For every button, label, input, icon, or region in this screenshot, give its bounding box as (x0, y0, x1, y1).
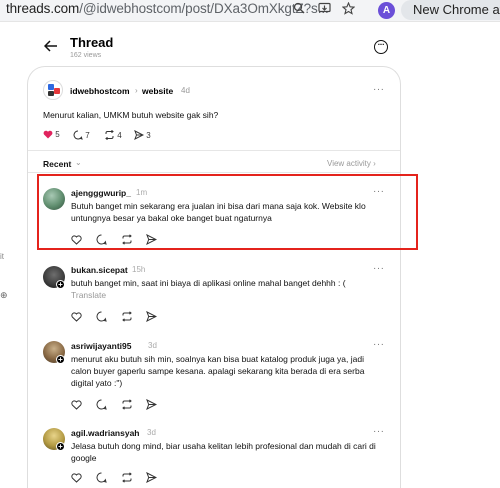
back-arrow-icon[interactable] (43, 37, 58, 57)
page-title: Thread (70, 35, 114, 50)
heart-filled-icon (43, 130, 53, 139)
share-count: 3 (146, 131, 151, 140)
reply-text-block: butuh banget min, saat ini biaya di apli… (71, 277, 381, 301)
divider (28, 172, 400, 173)
left-nav-fragment-icon: ⊕ (0, 290, 8, 300)
like-icon[interactable] (71, 309, 83, 322)
author-username[interactable]: idwebhostcom (70, 86, 130, 96)
reply-more-icon[interactable]: ··· (373, 263, 385, 274)
reply-time: 3d (148, 341, 157, 350)
share-icon[interactable] (146, 309, 158, 323)
share-icon[interactable] (146, 470, 158, 484)
follow-plus-icon[interactable]: + (56, 442, 65, 451)
follow-plus-icon[interactable]: + (56, 280, 65, 289)
post-time: 4d (181, 86, 190, 95)
install-app-icon[interactable] (316, 2, 332, 18)
post-more-icon[interactable]: ··· (373, 84, 385, 95)
like-count: 5 (55, 130, 60, 139)
reply-stat[interactable]: 7 (73, 130, 90, 140)
reply-time: 3d (147, 428, 156, 437)
left-nav-fragment: it (0, 252, 4, 261)
new-chrome-available-button[interactable]: New Chrome ava (401, 0, 500, 20)
like-icon[interactable] (71, 470, 83, 483)
post-text: Menurut kalian, UMKM butuh website gak s… (43, 110, 219, 120)
comment-icon[interactable] (96, 470, 108, 483)
profile-avatar[interactable]: A (378, 2, 395, 19)
reply-username[interactable]: agil.wadriansyah (71, 428, 140, 438)
topic-tag[interactable]: website (142, 86, 173, 96)
sort-recent-label[interactable]: Recent (43, 159, 71, 169)
view-count: 162 views (70, 52, 102, 59)
repost-icon[interactable] (121, 309, 133, 322)
like-stat[interactable]: 5 (43, 130, 60, 139)
view-activity-link[interactable]: View activity › (327, 159, 376, 168)
reply-text: menurut aku butuh sih min, soalnya kan b… (71, 354, 365, 388)
topic-separator: › (135, 86, 138, 95)
reply-text: Jelasa butuh dong mind, biar usaha kelit… (71, 441, 376, 463)
repost-icon (105, 129, 114, 141)
share-icon (134, 129, 145, 141)
chevron-down-icon[interactable]: ⌄ (75, 158, 82, 167)
highlight-box (37, 174, 418, 250)
more-options-icon[interactable]: ··· (374, 40, 388, 54)
share-icon[interactable] (146, 397, 158, 411)
reply-text: butuh banget min, saat ini biaya di apli… (71, 278, 346, 288)
reply-more-icon[interactable]: ··· (373, 339, 385, 350)
comment-icon[interactable] (96, 397, 108, 410)
url-host: threads.com (6, 1, 80, 16)
reply-more-icon[interactable]: ··· (373, 426, 385, 437)
address-bar[interactable]: threads.com/@idwebhostcom/post/DXa3OmXkg… (6, 1, 329, 16)
reply-time: 15h (132, 265, 146, 274)
like-icon[interactable] (71, 397, 83, 410)
repost-icon[interactable] (121, 397, 133, 410)
translate-link[interactable]: Translate (71, 290, 106, 300)
browser-toolbar: threads.com/@idwebhostcom/post/DXa3OmXkg… (0, 0, 500, 22)
comment-icon (73, 130, 83, 140)
repost-icon[interactable] (121, 470, 133, 483)
comment-icon[interactable] (96, 309, 108, 322)
reply-count: 7 (85, 131, 90, 140)
reply-username[interactable]: asriwijayanti95 (71, 341, 131, 351)
share-stat[interactable]: 3 (134, 129, 151, 141)
repost-stat[interactable]: 4 (104, 129, 122, 141)
bookmark-star-icon[interactable] (340, 1, 356, 18)
repost-count: 4 (117, 131, 122, 140)
zoom-icon[interactable] (291, 2, 307, 18)
author-avatar[interactable] (43, 80, 63, 100)
follow-plus-icon[interactable]: + (56, 355, 65, 364)
divider (28, 150, 400, 151)
reply-username[interactable]: bukan.sicepat (71, 265, 128, 275)
